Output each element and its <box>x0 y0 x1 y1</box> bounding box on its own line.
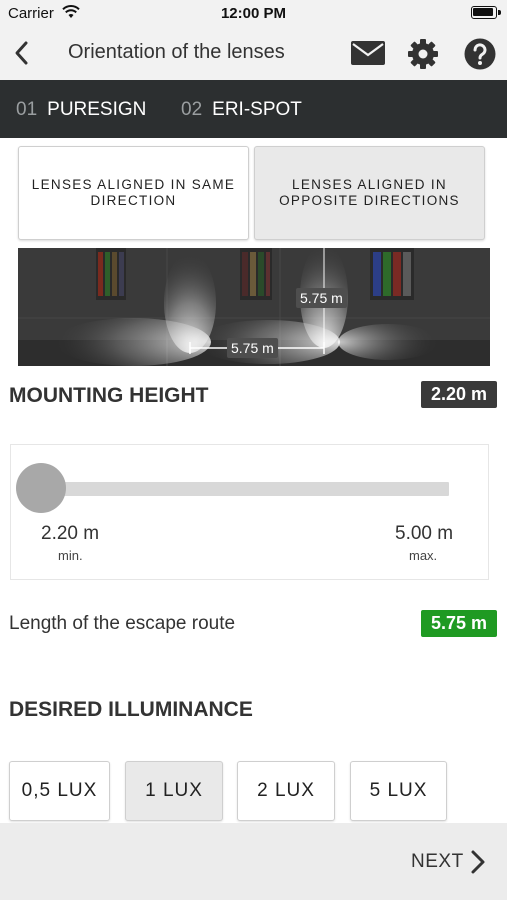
step-number: 02 <box>181 99 203 120</box>
lux-option-0-5[interactable]: 0,5 LUX <box>9 761 110 821</box>
steps-bar: 01 PURESIGN 02 ERI-SPOT <box>0 80 507 138</box>
slider-thumb[interactable] <box>16 463 66 513</box>
step-eri-spot[interactable]: 02 ERI-SPOT <box>181 99 302 121</box>
step-label: PURESIGN <box>47 99 147 120</box>
lux-option-5[interactable]: 5 LUX <box>350 761 447 821</box>
page-title: Orientation of the lenses <box>68 41 285 63</box>
shelf-middle <box>240 248 272 300</box>
slider-min-value: 2.20 m <box>41 523 100 544</box>
escape-route-value-badge: 5.75 m <box>420 610 497 637</box>
chevron-right-icon <box>471 850 485 874</box>
footer-bar: NEXT <box>0 823 507 900</box>
help-icon[interactable] <box>463 37 497 71</box>
status-time: 12:00 PM <box>220 5 287 22</box>
lux-option-label: 5 LUX <box>369 780 428 801</box>
slider-track[interactable] <box>29 482 449 496</box>
desired-illuminance-title: DESIRED ILLUMINANCE <box>9 698 253 721</box>
lens-spacing-illustration: 5.75 m 5.75 m <box>18 248 490 366</box>
battery-icon <box>471 6 501 19</box>
mounting-height-title: MOUNTING HEIGHT <box>9 384 209 407</box>
mounting-height-slider-card: 2.20 m min. 5.00 m max. <box>10 444 489 580</box>
mounting-height-value-badge: 2.20 m <box>420 381 497 408</box>
lux-option-1[interactable]: 1 LUX <box>125 761 223 821</box>
back-chevron-icon[interactable] <box>8 38 38 68</box>
next-label: NEXT <box>411 851 464 872</box>
slider-max-caption: max. <box>409 548 438 563</box>
toggle-label: LENSES ALIGNED IN OPPOSITE DIRECTIONS <box>279 177 460 208</box>
lenses-opposite-directions-button[interactable]: LENSES ALIGNED IN OPPOSITE DIRECTIONS <box>254 146 485 240</box>
step-label: ERI-SPOT <box>212 99 302 120</box>
next-button[interactable]: NEXT <box>411 849 486 875</box>
lenses-same-direction-button[interactable]: LENSES ALIGNED IN SAME DIRECTION <box>18 146 249 240</box>
shelf-right <box>370 248 414 300</box>
mail-icon[interactable] <box>350 40 386 66</box>
slider-min-caption: min. <box>58 548 83 563</box>
escape-route-label: Length of the escape route <box>9 613 236 634</box>
step-puresign[interactable]: 01 PURESIGN <box>16 99 146 121</box>
lux-option-2[interactable]: 2 LUX <box>237 761 335 821</box>
shelf-left <box>96 248 126 300</box>
step-number: 01 <box>16 99 38 120</box>
nav-bar: Orientation of the lenses <box>0 26 507 80</box>
gear-icon[interactable] <box>406 37 440 71</box>
status-bar: Carrier 12:00 PM <box>0 0 507 26</box>
lux-option-label: 2 LUX <box>257 780 315 801</box>
slider-max-value: 5.00 m <box>395 523 454 544</box>
spacing-label-vertical: 5.75 m <box>296 288 347 308</box>
lux-option-label: 0,5 LUX <box>21 780 98 801</box>
spacing-label-horizontal: 5.75 m <box>227 338 278 358</box>
toggle-label: LENSES ALIGNED IN SAME DIRECTION <box>31 177 236 208</box>
lux-option-label: 1 LUX <box>145 780 203 801</box>
